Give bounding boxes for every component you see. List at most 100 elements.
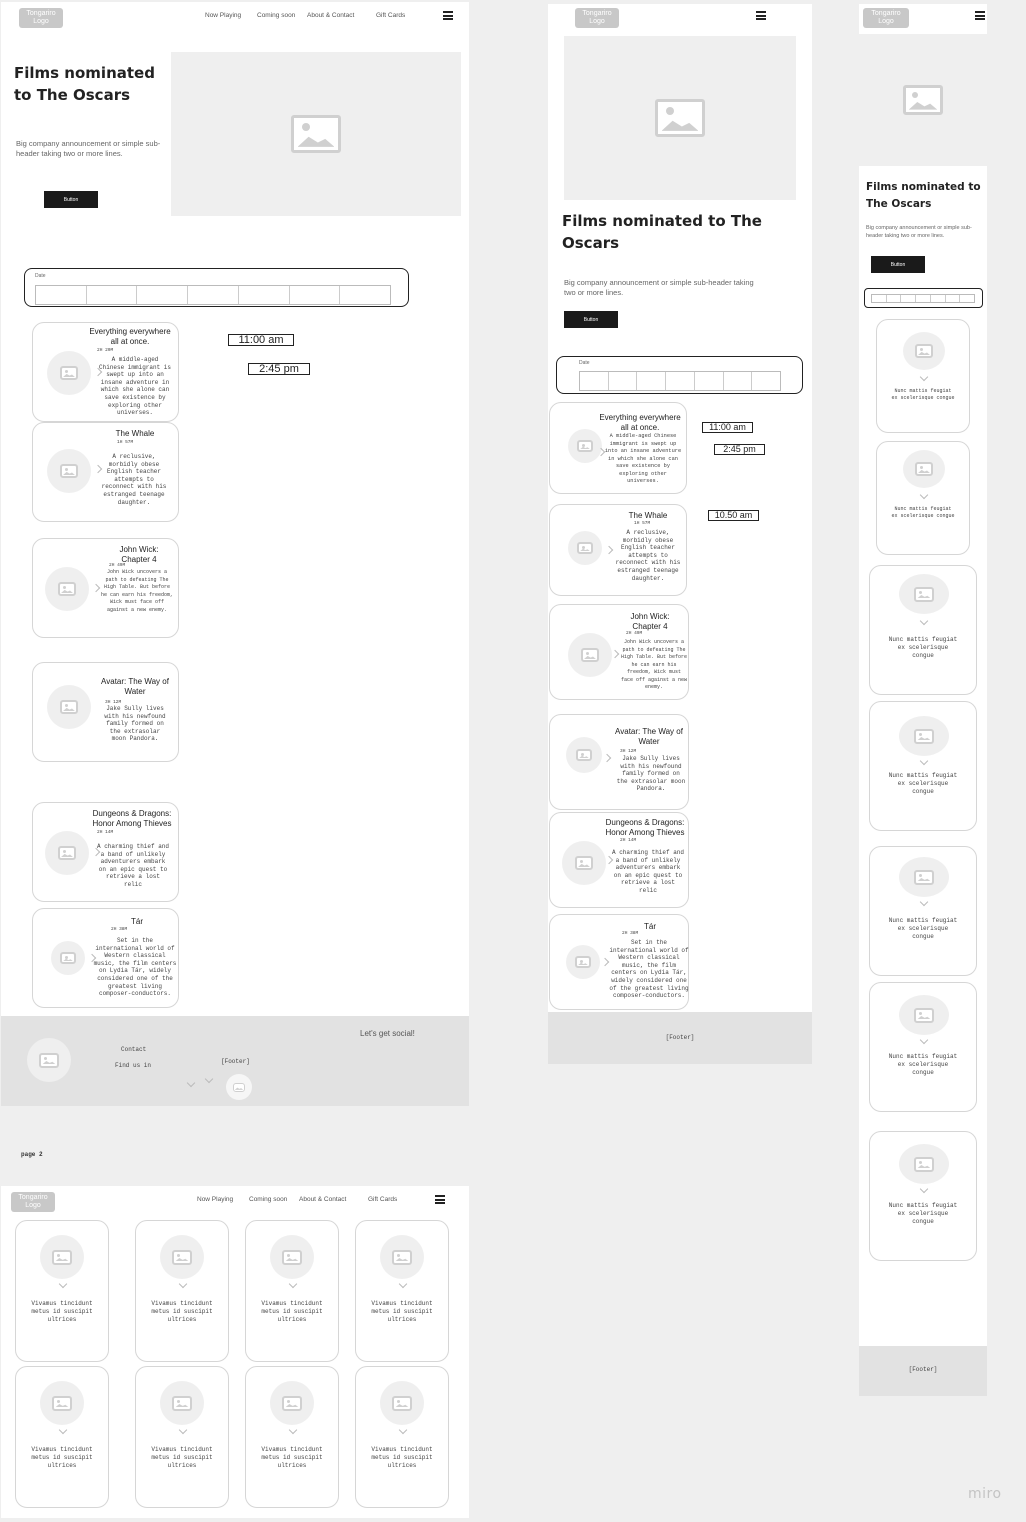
image-placeholder-icon (233, 1082, 245, 1092)
hamburger-menu-icon[interactable] (435, 1195, 445, 1204)
chevron-down-icon[interactable] (398, 1279, 408, 1289)
movie-grid-card[interactable]: Vivamus tincidunt metus id suscipit ultr… (135, 1366, 229, 1508)
logo[interactable]: Tongariro Logo (863, 8, 909, 28)
mobile-movie-card[interactable]: Nunc mattis feugiat ex scelerisque congu… (869, 1131, 977, 1261)
film-card[interactable]: Everything everywhere all at once. 2H 20… (32, 322, 179, 422)
showtime-button[interactable]: 10.50 am (708, 510, 759, 521)
mobile-movie-card[interactable]: Nunc mattis feugiat ex scelerisque congu… (869, 565, 977, 695)
film-card[interactable]: John Wick: Chapter 4 2H 49M John Wick un… (549, 604, 689, 700)
showtime-button[interactable]: 2:45 pm (714, 444, 765, 455)
chevron-down-icon[interactable] (204, 1074, 214, 1084)
mobile-movie-card[interactable]: Nunc mattis feugiat ex scelerisque congu… (869, 846, 977, 976)
film-duration: 2H 14M (620, 838, 637, 843)
image-placeholder-icon (60, 700, 78, 714)
hamburger-menu-icon[interactable] (443, 11, 453, 20)
date-grid[interactable] (579, 371, 781, 391)
hamburger-menu-icon[interactable] (975, 11, 985, 20)
hero-button[interactable]: Button (44, 191, 98, 208)
card-text: Nunc mattis feugiat ex scelerisque congu… (888, 917, 958, 940)
date-grid[interactable] (35, 285, 391, 305)
film-card[interactable]: Avatar: The Way of Water 3H 12M Jake Sul… (549, 714, 689, 810)
movie-grid-card[interactable]: Vivamus tincidunt metus id suscipit ultr… (355, 1220, 449, 1362)
film-card[interactable]: John Wick: Chapter 4 2H 49M John Wick un… (32, 538, 179, 638)
card-image (160, 1381, 204, 1425)
chevron-right-icon[interactable] (91, 583, 101, 593)
chevron-down-icon[interactable] (398, 1425, 408, 1435)
chevron-down-icon[interactable] (58, 1425, 68, 1435)
chevron-down-icon[interactable] (186, 1078, 196, 1088)
nav-now-playing[interactable]: Now Playing (197, 1196, 233, 1203)
logo[interactable]: Tongariro Logo (19, 8, 63, 28)
footer-contact-link[interactable]: Contact (121, 1046, 146, 1053)
chevron-down-icon[interactable] (288, 1279, 298, 1289)
film-card[interactable]: Tár 2H 38M Set in the international worl… (32, 908, 179, 1008)
logo[interactable]: Tongariro Logo (11, 1192, 55, 1212)
mobile-movie-card[interactable]: Nunc mattis feugiat ex scelerisque congu… (876, 441, 970, 555)
nav-about-contact[interactable]: About & Contact (307, 12, 354, 19)
date-selector[interactable]: Date (556, 356, 803, 394)
showtime-button[interactable]: 11:00 am (702, 422, 753, 433)
showtime-button[interactable]: 2:45 pm (248, 363, 310, 375)
chevron-down-icon[interactable] (58, 1279, 68, 1289)
nav-coming-soon[interactable]: Coming soon (257, 12, 295, 19)
film-card[interactable]: Everything everywhere all at once. A mid… (549, 402, 687, 494)
card-text: Nunc mattis feugiat ex scelerisque congu… (888, 1053, 958, 1076)
movie-grid-card[interactable]: Vivamus tincidunt metus id suscipit ultr… (15, 1220, 109, 1362)
nav-about-contact[interactable]: About & Contact (299, 1196, 346, 1203)
film-description: Set in the international world of Wester… (93, 937, 177, 998)
movie-grid-card[interactable]: Vivamus tincidunt metus id suscipit ultr… (355, 1366, 449, 1508)
image-placeholder-icon (575, 856, 593, 870)
film-card[interactable]: Dungeons & Dragons: Honor Among Thieves … (32, 802, 179, 902)
date-selector[interactable] (864, 288, 983, 308)
film-poster (45, 567, 89, 611)
film-poster (51, 941, 85, 975)
nav-gift-cards[interactable]: Gift Cards (368, 1196, 397, 1203)
mobile-movie-card[interactable]: Nunc mattis feugiat ex scelerisque congu… (876, 319, 970, 433)
date-selector[interactable]: Date (24, 268, 409, 307)
movie-grid-card[interactable]: Vivamus tincidunt metus id suscipit ultr… (15, 1366, 109, 1508)
chevron-right-icon[interactable] (610, 649, 620, 659)
desktop-frame: Tongariro Logo Now Playing Coming soon A… (1, 2, 469, 1106)
film-card[interactable]: Avatar: The Way of Water 3H 12M Jake Sul… (32, 662, 179, 762)
nav-gift-cards[interactable]: Gift Cards (376, 12, 405, 19)
page2-frame: Tongariro Logo Now Playing Coming soon A… (1, 1186, 469, 1518)
footer: [Footer] (859, 1346, 987, 1396)
movie-grid-card[interactable]: Vivamus tincidunt metus id suscipit ultr… (245, 1220, 339, 1362)
image-placeholder-icon (575, 956, 591, 968)
film-card[interactable]: Dungeons & Dragons: Honor Among Thieves … (549, 812, 689, 908)
chevron-down-icon[interactable] (919, 616, 929, 626)
film-card[interactable]: Tár 2H 38M Set in the international worl… (549, 914, 689, 1010)
chevron-down-icon[interactable] (919, 756, 929, 766)
nav-coming-soon[interactable]: Coming soon (249, 1196, 287, 1203)
image-placeholder-icon (60, 464, 78, 478)
chevron-down-icon[interactable] (919, 490, 929, 500)
logo[interactable]: Tongariro Logo (575, 8, 619, 28)
chevron-down-icon[interactable] (178, 1425, 188, 1435)
film-card[interactable]: The Whale 1H 57M A reclusive, morbidly o… (549, 504, 687, 596)
nav-now-playing[interactable]: Now Playing (205, 12, 241, 19)
film-duration: 2H 49M (626, 631, 643, 636)
chevron-right-icon[interactable] (602, 753, 612, 763)
chevron-down-icon[interactable] (919, 1184, 929, 1194)
mobile-movie-card[interactable]: Nunc mattis feugiat ex scelerisque congu… (869, 701, 977, 831)
mobile-movie-card[interactable]: Nunc mattis feugiat ex scelerisque congu… (869, 982, 977, 1112)
film-poster (562, 841, 606, 885)
film-card[interactable]: The Whale 1H 57M A reclusive, morbidly o… (32, 422, 179, 522)
date-grid[interactable] (871, 294, 975, 303)
footer-logo (27, 1038, 71, 1082)
chevron-down-icon[interactable] (288, 1425, 298, 1435)
movie-grid-card[interactable]: Vivamus tincidunt metus id suscipit ultr… (245, 1366, 339, 1508)
image-placeholder-icon (914, 1156, 934, 1172)
hamburger-menu-icon[interactable] (756, 11, 766, 20)
hero-button[interactable]: Button (564, 311, 618, 328)
chevron-down-icon[interactable] (178, 1279, 188, 1289)
chevron-down-icon[interactable] (919, 897, 929, 907)
movie-grid-card[interactable]: Vivamus tincidunt metus id suscipit ultr… (135, 1220, 229, 1362)
card-text: Nunc mattis feugiat ex scelerisque congu… (891, 506, 955, 519)
hero-button[interactable]: Button (871, 256, 925, 273)
chevron-down-icon[interactable] (919, 1035, 929, 1045)
showtime-button[interactable]: 11:00 am (228, 334, 294, 346)
social-icon[interactable] (226, 1074, 252, 1100)
chevron-down-icon[interactable] (919, 372, 929, 382)
image-placeholder-icon (392, 1395, 412, 1411)
